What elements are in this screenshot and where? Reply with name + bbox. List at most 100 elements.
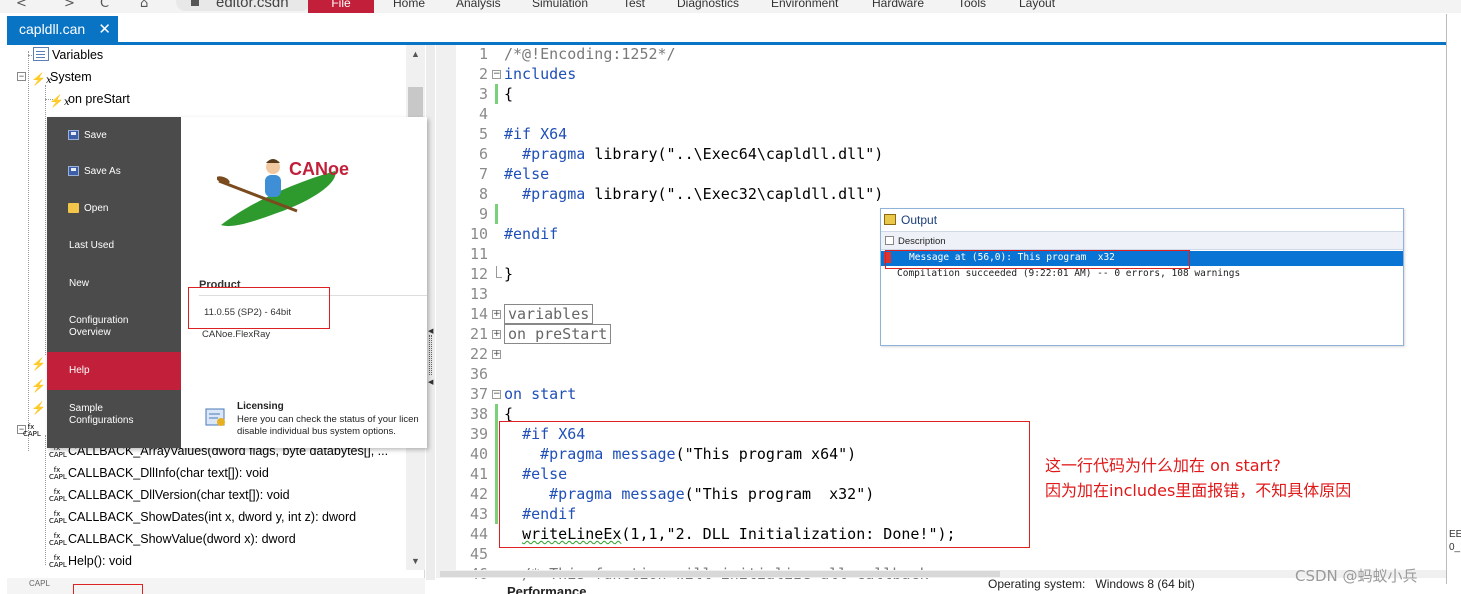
- backstage-last-used[interactable]: Last Used: [47, 228, 181, 266]
- code-line[interactable]: #pragma library("..\Exec32\capldll.dll"): [504, 184, 883, 204]
- change-marker: [495, 484, 498, 504]
- ribbon-tab-diagnostics[interactable]: Diagnostics: [677, 0, 739, 10]
- scroll-down-icon[interactable]: ▼: [406, 552, 425, 570]
- line-number: 22: [469, 345, 488, 363]
- code-line[interactable]: on preStart: [504, 324, 612, 344]
- code-line[interactable]: variables: [504, 304, 594, 324]
- pane-splitter[interactable]: ◀ ◀: [426, 45, 435, 580]
- highlight-box: [73, 584, 143, 594]
- logo-text: CANoe: [289, 159, 349, 179]
- change-marker: [495, 404, 498, 424]
- code-line[interactable]: }: [504, 264, 513, 284]
- tree-item-callback-dllinfo[interactable]: fx CAPLCALLBACK_DllInfo(char text[]): voi…: [49, 463, 269, 483]
- tree-item-on-prestart[interactable]: ⚡xon preStart: [49, 89, 130, 109]
- forward-icon[interactable]: >: [64, 0, 75, 11]
- expand-fold-icon[interactable]: +: [492, 310, 501, 319]
- line-number: 45: [469, 545, 488, 563]
- editor-tab-capldll[interactable]: capldll.can ✕: [7, 16, 118, 43]
- capl-function-icon: fx CAPL: [49, 532, 67, 547]
- annotation-text: 这一行代码为什么加在 on start? 因为加在includes里面报错，不知…: [1045, 453, 1351, 503]
- highlight-box: [885, 250, 1190, 269]
- tree-item-label: Help(): void: [68, 554, 132, 568]
- ribbon-tab-tools[interactable]: Tools: [958, 0, 986, 10]
- output-title: Output: [901, 213, 938, 227]
- ribbon-tab-test[interactable]: Test: [623, 0, 645, 10]
- line-number: 43: [469, 505, 488, 523]
- highlight-box: [499, 421, 1030, 548]
- scroll-up-icon[interactable]: ▲: [406, 45, 425, 63]
- backstage-save-as[interactable]: Save As: [47, 154, 181, 192]
- menu-label: Sample Configurations: [69, 403, 134, 426]
- save-as-icon: [68, 166, 79, 176]
- event-fx-icon: ⚡x: [49, 94, 70, 108]
- code-line[interactable]: {: [504, 84, 513, 104]
- backstage-open[interactable]: Open: [47, 191, 181, 229]
- hscroll-thumb[interactable]: [440, 571, 1000, 577]
- splitter-grip[interactable]: [429, 335, 432, 375]
- tree-item-callback-dllversion[interactable]: fx CAPLCALLBACK_DllVersion(char text[]): …: [49, 485, 290, 505]
- ribbon-tab-layout[interactable]: Layout: [1019, 0, 1055, 10]
- code-line[interactable]: #if X64: [504, 124, 567, 144]
- ribbon-tab-home[interactable]: Home: [393, 0, 425, 10]
- reload-icon[interactable]: C: [100, 0, 109, 11]
- menu-label: Help: [69, 365, 90, 376]
- home-icon[interactable]: ⌂: [140, 0, 148, 11]
- code-line[interactable]: includes: [504, 64, 576, 84]
- menu-label: Save: [84, 130, 107, 141]
- change-marker: [495, 464, 498, 484]
- canoe-logo: CANoe: [217, 159, 349, 227]
- collapse-fold-icon[interactable]: −: [492, 70, 501, 79]
- back-icon[interactable]: <: [16, 0, 27, 11]
- close-icon[interactable]: ✕: [98, 16, 111, 43]
- menu-label: Configuration Overview: [69, 315, 129, 338]
- backstage-menu: Save Save As Open Last Used New Configur…: [47, 117, 181, 448]
- expand-fold-icon[interactable]: +: [492, 350, 501, 359]
- code-line[interactable]: #endif: [504, 224, 558, 244]
- collapse-left-icon[interactable]: ◀: [428, 378, 433, 386]
- licensing-line: Here you can check the status of your li…: [237, 414, 419, 425]
- backstage-save[interactable]: Save: [47, 117, 181, 155]
- code-line[interactable]: /*@!Encoding:1252*/: [504, 44, 676, 64]
- output-column-header[interactable]: Description: [881, 231, 1403, 250]
- ribbon-tab-environment[interactable]: Environment: [771, 0, 838, 10]
- backstage-help[interactable]: Help: [47, 352, 181, 390]
- line-number: 3: [478, 85, 488, 103]
- ribbon-tab-simulation[interactable]: Simulation: [532, 0, 588, 10]
- system-fx-icon: ⚡x: [31, 72, 52, 86]
- line-number: 4: [478, 105, 488, 123]
- ribbon-file-tab[interactable]: File: [308, 0, 374, 13]
- line-number: 42: [469, 485, 488, 503]
- line-number: 36: [469, 365, 488, 383]
- collapse-left-icon[interactable]: ◀: [428, 327, 433, 335]
- output-window: Output Description Message at (56,0): Th…: [880, 208, 1404, 346]
- tree-item-label: CALLBACK_DllInfo(char text[]): void: [68, 466, 269, 480]
- select-all-checkbox[interactable]: [885, 236, 894, 245]
- output-icon: [884, 214, 896, 225]
- ribbon-tab-hardware[interactable]: Hardware: [872, 0, 924, 10]
- change-marker: [495, 84, 498, 104]
- browser-tab[interactable]: editor.csdn: [176, 0, 311, 11]
- tree-item-system[interactable]: ⚡xSystem: [31, 67, 92, 87]
- tree-item-variables[interactable]: Variables: [33, 45, 103, 65]
- paddler-body: [265, 175, 281, 197]
- variables-icon: [33, 47, 49, 61]
- output-row[interactable]: Compilation succeeded (9:22:01 AM) -- 0 …: [897, 268, 1240, 279]
- tree-item-callback-showdates[interactable]: fx CAPLCALLBACK_ShowDates(int x, dword y,…: [49, 507, 356, 527]
- line-number: 2: [478, 65, 488, 83]
- code-line[interactable]: #pragma library("..\Exec64\capldll.dll"): [504, 144, 883, 164]
- backstage-new[interactable]: New: [47, 266, 181, 304]
- tree-item-callback-showvalue[interactable]: fx CAPLCALLBACK_ShowValue(dword x): dword: [49, 529, 296, 549]
- ribbon-tab-analysis[interactable]: Analysis: [456, 0, 501, 10]
- tree-item-help[interactable]: fx CAPLHelp(): void: [49, 551, 132, 571]
- change-marker: [495, 504, 498, 524]
- change-marker: [495, 444, 498, 464]
- code-line[interactable]: on start: [504, 384, 576, 404]
- backstage-sample-configurations[interactable]: Sample Configurations: [47, 397, 181, 441]
- editor-tab-title: capldll.can: [19, 21, 86, 37]
- code-line[interactable]: #else: [504, 164, 549, 184]
- backstage-configuration-overview[interactable]: Configuration Overview: [47, 309, 181, 353]
- expand-fold-icon[interactable]: +: [492, 330, 501, 339]
- description-column[interactable]: Description: [898, 236, 946, 247]
- collapse-fold-icon[interactable]: −: [492, 390, 501, 399]
- tree-collapse-system[interactable]: −: [17, 72, 26, 81]
